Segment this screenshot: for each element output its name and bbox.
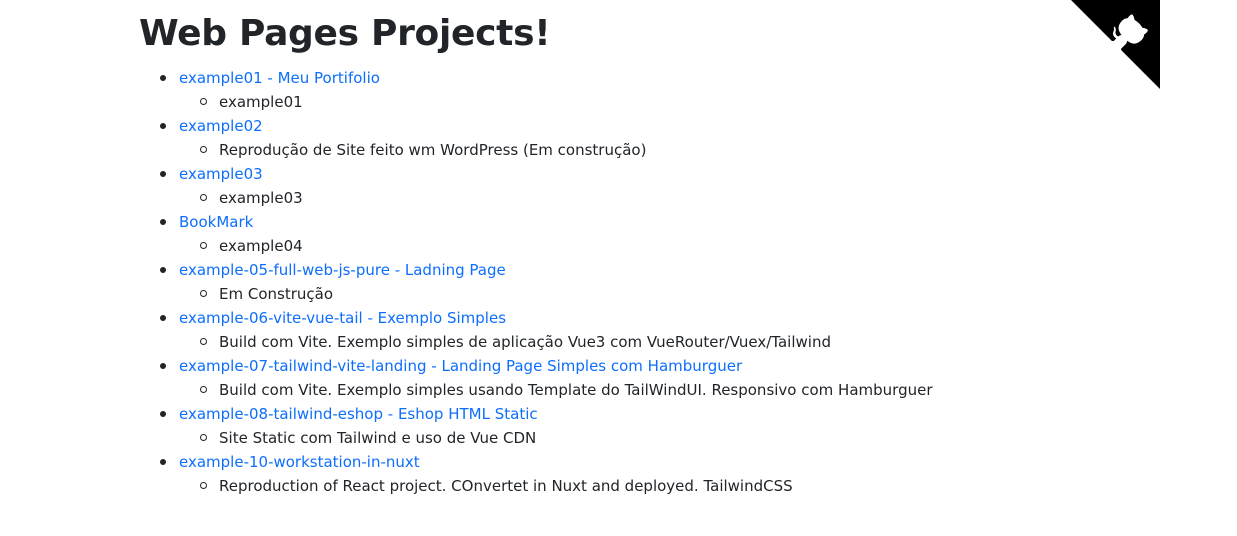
project-description: Site Static com Tailwind e uso de Vue CD… — [179, 426, 1159, 450]
github-octocat-icon — [1071, 0, 1160, 89]
project-description: Reprodução de Site feito wm WordPress (E… — [179, 138, 1159, 162]
project-description: example04 — [179, 234, 1159, 258]
list-item: example-07-tailwind-vite-landing - Landi… — [139, 354, 1159, 402]
project-description: example01 — [179, 90, 1159, 114]
project-link-example03[interactable]: example03 — [179, 165, 263, 183]
project-link-example10[interactable]: example-10-workstation-in-nuxt — [179, 453, 420, 471]
project-description: Reproduction of React project. COnvertet… — [179, 474, 1159, 498]
list-item: example-10-workstation-in-nuxt Reproduct… — [139, 450, 1159, 498]
list-item: example-08-tailwind-eshop - Eshop HTML S… — [139, 402, 1159, 450]
github-corner-link[interactable] — [1071, 0, 1160, 89]
list-item: example01 - Meu Portifolio example01 — [139, 66, 1159, 114]
project-link-example06[interactable]: example-06-vite-vue-tail - Exemplo Simpl… — [179, 309, 506, 327]
project-link-example01[interactable]: example01 - Meu Portifolio — [179, 69, 380, 87]
project-link-example08[interactable]: example-08-tailwind-eshop - Eshop HTML S… — [179, 405, 538, 423]
project-link-example07[interactable]: example-07-tailwind-vite-landing - Landi… — [179, 357, 742, 375]
project-link-example05[interactable]: example-05-full-web-js-pure - Ladning Pa… — [179, 261, 506, 279]
project-link-bookmark[interactable]: BookMark — [179, 213, 253, 231]
list-item: example-06-vite-vue-tail - Exemplo Simpl… — [139, 306, 1159, 354]
project-list: example01 - Meu Portifolio example01 exa… — [139, 66, 1159, 498]
list-item: BookMark example04 — [139, 210, 1159, 258]
project-link-example02[interactable]: example02 — [179, 117, 263, 135]
project-description: Build com Vite. Exemplo simples de aplic… — [179, 330, 1159, 354]
project-description: Em Construção — [179, 282, 1159, 306]
list-item: example-05-full-web-js-pure - Ladning Pa… — [139, 258, 1159, 306]
page-title: Web Pages Projects! — [139, 13, 551, 54]
project-description: example03 — [179, 186, 1159, 210]
list-item: example02 Reprodução de Site feito wm Wo… — [139, 114, 1159, 162]
project-description: Build com Vite. Exemplo simples usando T… — [179, 378, 1159, 402]
list-item: example03 example03 — [139, 162, 1159, 210]
page-container: Web Pages Projects! example01 - Meu Port… — [139, 0, 1159, 498]
